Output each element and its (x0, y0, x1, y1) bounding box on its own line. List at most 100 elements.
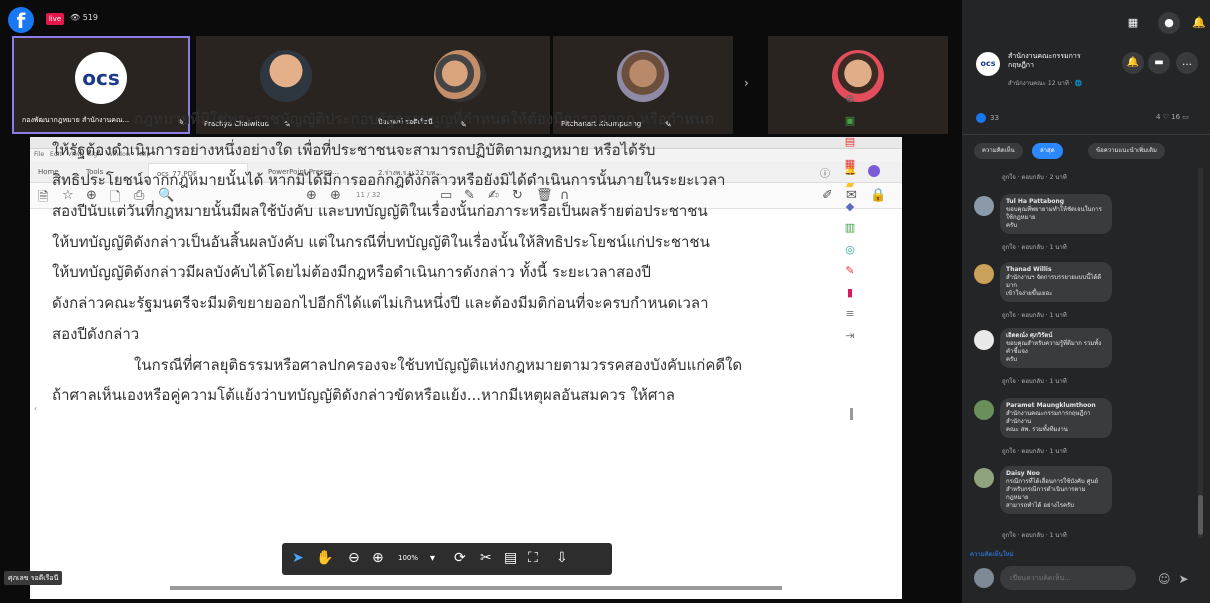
chevron-right-icon[interactable]: › (744, 76, 749, 90)
pdf-line: ถ้าศาลเห็นเองหรือคู่ความโต้แย้งว่าบทบัญญ… (52, 386, 675, 405)
comment-bubble: Daisy Noo กรณีการที่ได้เลื่อนการใช้บังคั… (1000, 466, 1112, 514)
reaction-number: 33 (990, 114, 999, 122)
participant-avatar (617, 50, 669, 102)
download-icon[interactable]: ⇩ (556, 550, 568, 566)
redact-icon[interactable]: ◎ (840, 243, 860, 265)
like-icon (976, 113, 986, 123)
zoom-level[interactable]: 100% (398, 554, 418, 562)
commenter-avatar[interactable] (974, 468, 994, 488)
comment-meta[interactable]: ถูกใจ · ตอบกลับ · 1 นาที (1002, 310, 1067, 320)
my-avatar (974, 568, 994, 588)
comment-text: ขอบคุณสำหรับความรู้ที่ดีมาก รวมทั้งคำชี้… (1006, 340, 1102, 363)
collapse-icon[interactable]: ⇥ (840, 329, 860, 351)
comment-meta[interactable]: ถูกใจ · ตอบกลับ · 1 นาที (1002, 376, 1067, 386)
chevron-left-icon[interactable]: ‹ (34, 404, 37, 413)
post-meta: สำนักงานคณะ 12 นาที · 🌐 (1008, 80, 1083, 87)
pdf-line: ดังกล่าวคณะรัฐมนตรีจะมีมติขยายออกไปอีกก็… (52, 294, 709, 313)
participant-avatar (260, 50, 312, 102)
pdf-line: กฎหมายที่มิใช่พระราชบัญญัติประกอบรัฐธรรม… (134, 110, 715, 128)
crop-icon[interactable]: ✂ (480, 550, 492, 566)
commenter-avatar[interactable] (974, 196, 994, 216)
pdf-line: ในกรณีที่ศาลยุติธรรมหรือศาลปกครองจะใช้บท… (134, 355, 743, 374)
more-tools-icon[interactable]: ≡ (840, 307, 860, 329)
commenter-name[interactable]: Thanad Willis (1006, 266, 1106, 274)
comment-input[interactable] (1000, 566, 1136, 590)
participant-avatar: ocs (75, 52, 127, 104)
commenter-name[interactable]: เอิดดณ์ง ศุภวิรัตน์ (1006, 332, 1106, 340)
horizontal-scrollbar[interactable] (170, 586, 782, 590)
commenter-name[interactable]: Paramet Maungklumthoon (1006, 402, 1106, 410)
save-post-icon[interactable]: ▬ (1148, 52, 1170, 74)
pdf-line: ให้บทบัญญัติดังกล่าวมีผลบังคับได้โดยไม่ต… (52, 263, 651, 282)
emoji-icon[interactable]: ☺ (1158, 572, 1179, 586)
zoom-in-icon[interactable]: ⊕ (372, 550, 384, 566)
comment-meta[interactable]: ถูกใจ · ตอบกลับ · 1 นาที (1002, 242, 1067, 252)
fill-sign-icon[interactable]: ✎ (840, 264, 860, 286)
page-icon[interactable]: ▤ (504, 550, 517, 566)
viewer-count: 👁 519 (70, 13, 98, 22)
comment-meta[interactable]: ถูกใจ · ตอบกลับ · 1 นาที (1002, 446, 1067, 456)
more-icon[interactable]: … (1176, 52, 1198, 74)
bell-icon[interactable]: 🔔 (1122, 52, 1144, 74)
comment-meta[interactable]: ถูกใจ · ตอบกลับ · 2 นาที (1002, 172, 1067, 182)
chevron-down-icon[interactable]: ▾ (430, 553, 435, 564)
pdf-line: สิทธิประโยชน์จากกฎหมายนั้นได้ หากมิได้มี… (52, 171, 726, 190)
profile-icon[interactable] (868, 165, 880, 177)
rotate-icon[interactable]: ⟳ (454, 550, 466, 566)
compress-icon[interactable]: ▥ (840, 221, 860, 243)
menu-file[interactable]: File (34, 151, 44, 158)
scrollbar[interactable] (850, 408, 853, 420)
comment-bubble: Thanad Willis สำนักงานฯ จัดการบรรยายแบบน… (1000, 262, 1112, 302)
commenter-avatar[interactable] (974, 330, 994, 350)
notifications-icon[interactable]: 🔔 (1188, 12, 1210, 34)
zoom-out-icon[interactable]: ⊖ (348, 550, 360, 566)
pdf-line: สองปีนับแต่วันที่กฎหมายนั้นมีผลใช้บังคับ… (52, 202, 708, 221)
filter-chip-latest[interactable]: ล่าสุด (1032, 143, 1063, 159)
lock-icon[interactable]: 🔒 (870, 188, 886, 203)
comment-text: สำนักงานคณะกรรมการกฤษฎีกา สำนักงาน คณะ ส… (1006, 410, 1091, 433)
comment-tool-icon[interactable]: ▰ (840, 178, 860, 200)
comment-text: สำนักงานฯ จัดการบรรยายแบบนี้ได้ดีมาก เข้… (1006, 274, 1102, 297)
comments-scroll-thumb[interactable] (1198, 495, 1203, 535)
zoom-icon[interactable]: ⊕ (840, 92, 860, 114)
comment-list: ถูกใจ · ตอบกลับ · 2 นาที Tul Ha Pattabon… (962, 168, 1210, 553)
cursor-icon[interactable]: ➤ (292, 550, 304, 566)
export-pdf-icon[interactable]: ▣ (840, 114, 860, 136)
filter-chip-suggested[interactable]: ข้อความแนะนำเพิ่มเติม (1088, 143, 1165, 159)
organize-icon[interactable]: ◆ (840, 200, 860, 222)
commenter-avatar[interactable] (974, 400, 994, 420)
grid-icon[interactable]: ▦ (1122, 12, 1144, 34)
floating-toolbar: ➤ ✋ ⊖ ⊕ 100% ▾ ⟳ ✂ ▤ ⛶ ⇩ (282, 543, 612, 575)
comment-bubble: Tul Ha Pattabong ขอบคุณที่พยายามทำให้ชัด… (1000, 194, 1112, 234)
filter-chip-comments[interactable]: ความคิดเห็น (974, 143, 1023, 159)
send-icon[interactable]: ➤ (1179, 572, 1197, 586)
save-icon[interactable]: 🗎 (38, 188, 48, 210)
help-icon[interactable]: ⓘ (820, 165, 830, 180)
divider (962, 134, 1210, 135)
live-stream-window: f live 👁 519 ocs กองพัฒนากฎหมาย สำนักงาน… (0, 0, 1210, 603)
commenter-name[interactable]: Tul Ha Pattabong (1006, 198, 1106, 206)
right-tool-rail: ⊕ ▣ ▤ ▦ ▰ ◆ ▥ ◎ ✎ ▮ ≡ ⇥ (840, 92, 860, 350)
page-avatar[interactable]: ocs (976, 52, 1000, 76)
protect-icon[interactable]: ▮ (840, 286, 860, 308)
comment-text: กรณีการที่ได้เลื่อนการใช้บังคับ ศูนย์ สำ… (1006, 478, 1099, 509)
comment-bubble: เอิดดณ์ง ศุภวิรัตน์ ขอบคุณสำหรับความรู้ท… (1000, 328, 1112, 368)
pdf-line: สองปีดังกล่าว (52, 324, 140, 343)
page-name[interactable]: สำนักงานคณะกรรมการกฤษฎีกา (1008, 52, 1098, 70)
new-comments-link[interactable]: ความคิดเห็นใหม่ (970, 549, 1014, 559)
facebook-icon[interactable]: f (8, 7, 34, 33)
messenger-icon[interactable]: ● (1158, 12, 1180, 34)
live-badge: live (46, 13, 64, 25)
comment-bubble: Paramet Maungklumthoon สำนักงานคณะกรรมกา… (1000, 398, 1112, 438)
hand-icon[interactable]: ✋ (316, 550, 333, 566)
sign-tool-icon[interactable]: ✐ (822, 188, 833, 203)
commenter-name[interactable]: Daisy Noo (1006, 470, 1106, 478)
comments-scrollbar[interactable] (1198, 168, 1203, 538)
create-pdf-icon[interactable]: ▤ (840, 135, 860, 157)
compose-tools: ☺➤ (1158, 572, 1197, 586)
commenter-avatar[interactable] (974, 264, 994, 284)
participant-avatar (434, 50, 486, 102)
comment-meta[interactable]: ถูกใจ · ตอบกลับ · 1 นาที (1002, 530, 1067, 540)
edit-pdf-icon[interactable]: ▦ (840, 157, 860, 179)
fit-icon[interactable]: ⛶ (528, 550, 538, 566)
